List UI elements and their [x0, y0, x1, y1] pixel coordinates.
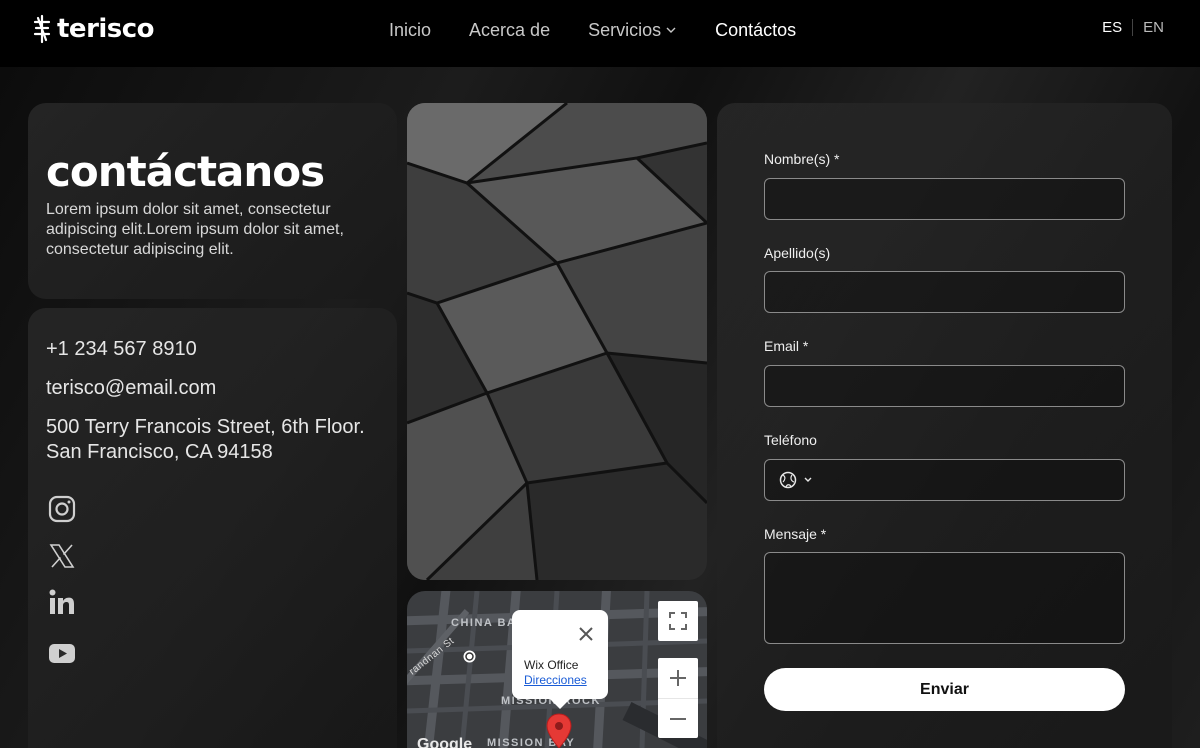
- close-icon[interactable]: [578, 626, 594, 642]
- photo-facets: [407, 103, 707, 580]
- phone-label: Teléfono: [764, 432, 817, 448]
- submit-button[interactable]: Enviar: [764, 668, 1125, 711]
- contact-phone[interactable]: +1 234 567 8910: [46, 338, 197, 361]
- map-info-popup: Wix Office Direcciones: [512, 610, 608, 709]
- language-switcher: ES EN: [1102, 19, 1164, 36]
- message-label: Mensaje *: [764, 526, 827, 542]
- nav-item-servicios[interactable]: Servicios: [588, 18, 677, 42]
- brand-name: terisco: [57, 14, 155, 44]
- contact-form: Nombre(s) * Apellido(s) Email * Teléfono…: [717, 103, 1172, 748]
- chevron-down-icon: [666, 27, 676, 33]
- intro-description: Lorem ipsum dolor sit amet, consectetur …: [46, 201, 344, 258]
- directions-link[interactable]: Direcciones: [524, 673, 587, 687]
- linkedin-icon[interactable]: [48, 588, 76, 616]
- instagram-icon[interactable]: [48, 495, 76, 523]
- contact-address: 500 Terry Francois Street, 6th Floor. Sa…: [46, 415, 391, 465]
- poi-marker-icon[interactable]: [463, 650, 476, 663]
- address-line-1: 500 Terry Francois Street, 6th Floor.: [46, 416, 365, 438]
- nav-item-contactos[interactable]: Contáctos: [715, 18, 796, 42]
- country-code-select[interactable]: [779, 471, 813, 489]
- site-header: terisco Inicio Acerca de Servicios Contá…: [0, 0, 1200, 67]
- fullscreen-icon: [669, 612, 687, 630]
- nav-item-acerca[interactable]: Acerca de: [469, 18, 550, 42]
- lang-en[interactable]: EN: [1133, 19, 1164, 36]
- plus-icon: [670, 670, 686, 686]
- page-title: contáctanos: [46, 147, 325, 196]
- map-pin-icon[interactable]: [546, 713, 572, 748]
- phone-field[interactable]: [764, 459, 1125, 501]
- fullscreen-button[interactable]: [658, 601, 698, 641]
- nav-item-servicios-label: Servicios: [588, 19, 662, 40]
- main-nav: Inicio Acerca de Servicios Contáctos: [389, 18, 834, 42]
- x-icon[interactable]: [48, 542, 76, 570]
- intro-card: contáctanos Lorem ipsum dolor sit amet, …: [28, 103, 397, 299]
- location-map[interactable]: CHINA BA randnan St MISSION ROCK MISSION…: [407, 591, 707, 748]
- email-field[interactable]: [764, 365, 1125, 407]
- minus-icon: [670, 717, 686, 720]
- zoom-out-button[interactable]: [658, 698, 698, 738]
- zoom-in-button[interactable]: [658, 658, 698, 698]
- email-label: Email *: [764, 338, 809, 354]
- chevron-down-icon: [804, 477, 812, 482]
- message-field[interactable]: [764, 552, 1125, 644]
- contact-info-card: +1 234 567 8910 terisco@email.com 500 Te…: [28, 308, 397, 748]
- map-label-china-basin: CHINA BA: [451, 617, 517, 629]
- google-logo: Google: [417, 736, 473, 748]
- last-name-field[interactable]: [764, 271, 1125, 313]
- nav-item-inicio[interactable]: Inicio: [389, 18, 431, 42]
- contact-email[interactable]: terisco@email.com: [46, 377, 216, 400]
- popup-title: Wix Office: [524, 658, 579, 672]
- brand-mark-icon: [33, 14, 51, 44]
- first-name-field[interactable]: [764, 178, 1125, 220]
- youtube-icon[interactable]: [48, 639, 76, 667]
- last-name-label: Apellido(s): [764, 245, 831, 261]
- address-line-2: San Francisco, CA 94158: [46, 441, 273, 463]
- brand-logo[interactable]: terisco: [33, 14, 155, 44]
- architecture-photo: [407, 103, 707, 580]
- first-name-label: Nombre(s) *: [764, 151, 840, 167]
- globe-icon: [779, 471, 797, 489]
- lang-es[interactable]: ES: [1102, 19, 1134, 36]
